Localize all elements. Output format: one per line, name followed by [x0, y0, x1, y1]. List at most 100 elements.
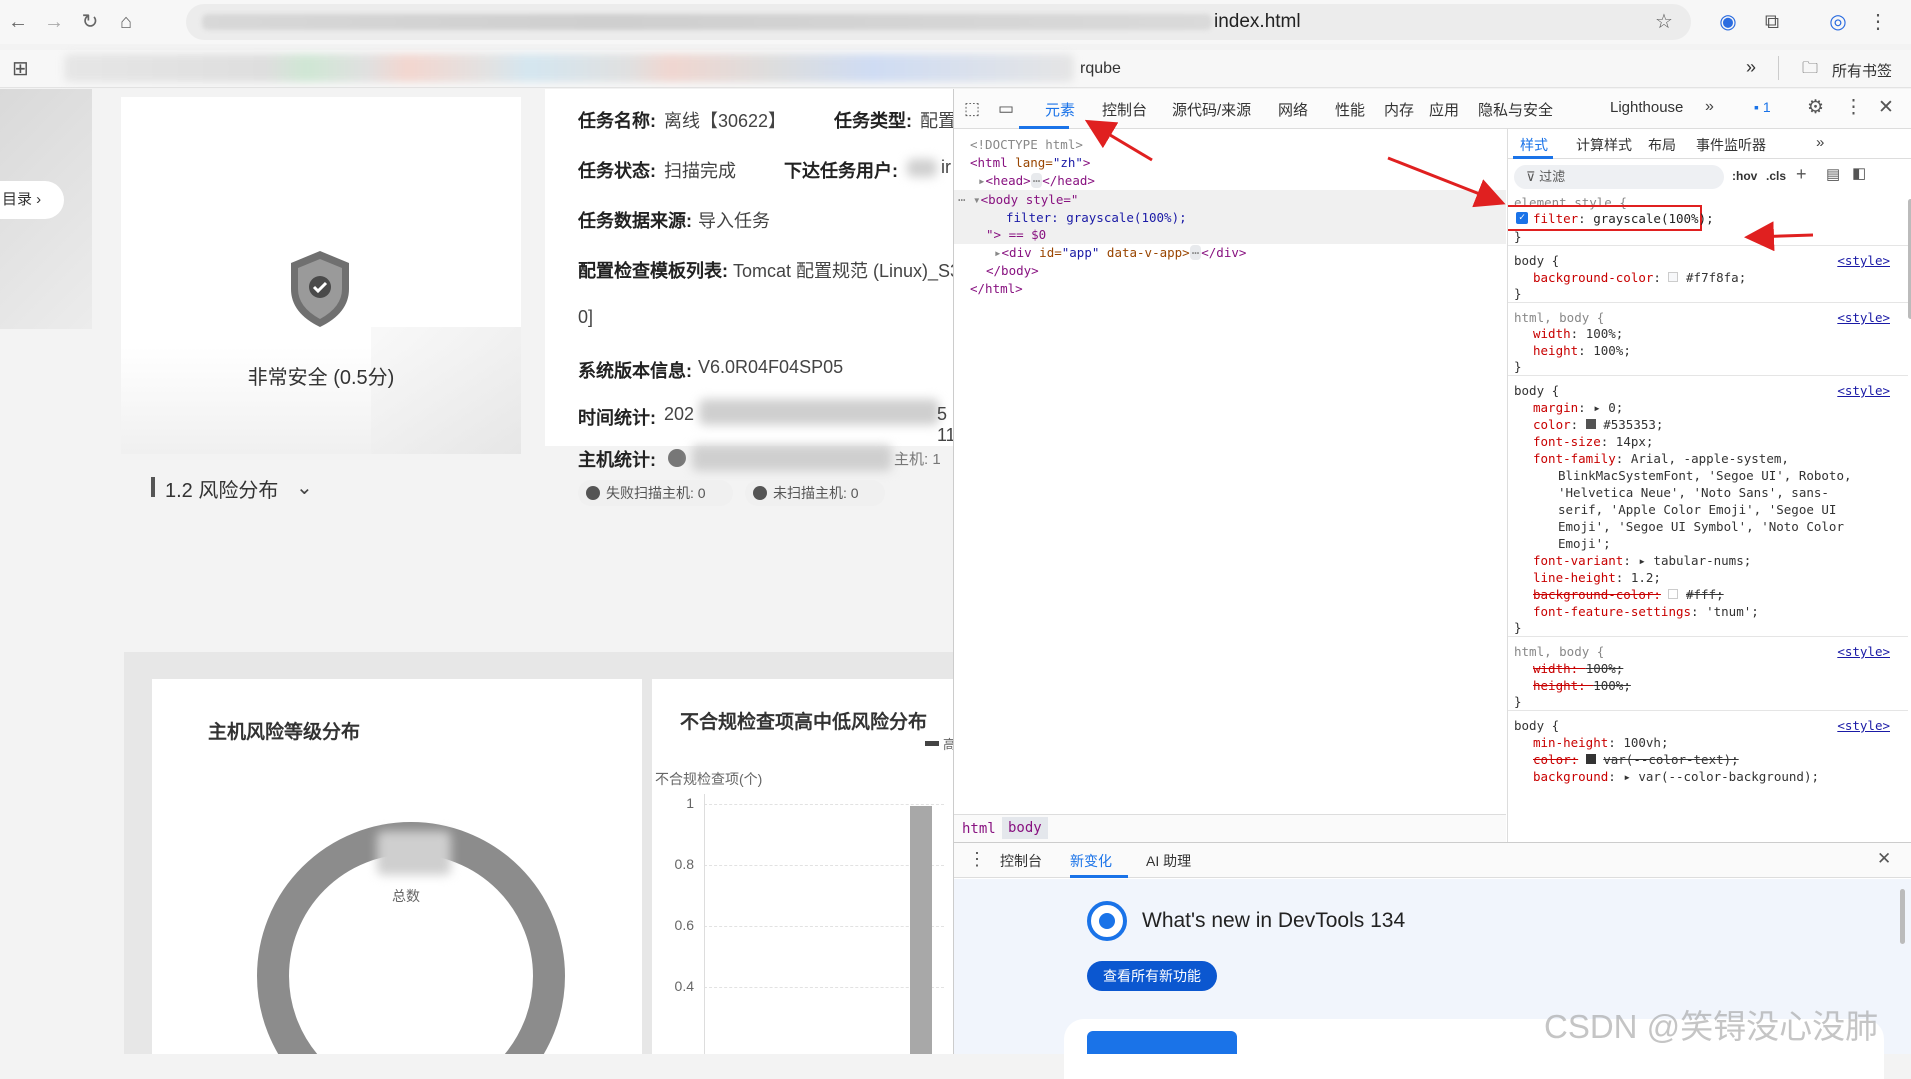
- host-blurred: [692, 445, 892, 471]
- drawer-close-icon[interactable]: ✕: [1877, 849, 1891, 869]
- extensions-icon[interactable]: ⧉: [1758, 8, 1786, 36]
- menu-icon[interactable]: ⋮: [1864, 8, 1892, 36]
- devtools-tab-4[interactable]: 性能: [1335, 99, 1365, 120]
- devtools-tab-2[interactable]: 源代码/来源: [1172, 99, 1251, 120]
- rule5-source[interactable]: <style>: [1837, 718, 1890, 733]
- devtools-tab-6[interactable]: 应用: [1429, 99, 1459, 120]
- rule3-family: font-family: Arial, -apple-system,: [1533, 451, 1789, 466]
- sys-version-label: 系统版本信息:: [578, 361, 692, 381]
- data-source-value: 导入任务: [698, 211, 770, 231]
- score-text: 非常安全 (0.5分): [247, 367, 395, 389]
- profile-icon[interactable]: ◎: [1824, 8, 1852, 36]
- devtools-tab-3[interactable]: 网络: [1278, 99, 1308, 120]
- dom-div-vapp: data-v-app>: [1106, 245, 1190, 260]
- color-swatch[interactable]: [1668, 589, 1679, 599]
- rule4-source[interactable]: <style>: [1837, 644, 1890, 659]
- add-rule-icon[interactable]: +: [1796, 164, 1807, 185]
- rule2-decl1: width: 100%;: [1533, 326, 1624, 341]
- hov-toggle[interactable]: :hov: [1732, 169, 1757, 183]
- dom-head-open: <head>: [985, 173, 1031, 188]
- settings-icon[interactable]: ⚙: [1807, 96, 1824, 119]
- inspect-icon[interactable]: ⬚: [964, 99, 980, 119]
- task-type-value: 配置: [920, 111, 953, 131]
- drawer-tab-0[interactable]: 控制台: [1000, 851, 1042, 871]
- rule5-bg: background: ▸ var(--color-background);: [1533, 769, 1819, 784]
- drawer-menu-icon[interactable]: ⋮: [968, 849, 986, 870]
- devtools-tab-5[interactable]: 内存: [1384, 99, 1414, 120]
- folder-icon: 🗀: [1802, 60, 1819, 77]
- dom-div-id-val: "app": [1061, 245, 1100, 260]
- styles-filter[interactable]: ⊽ 过滤: [1514, 165, 1724, 189]
- dom-div-open: <div: [1001, 245, 1032, 260]
- devtools-tab-1[interactable]: 控制台: [1102, 99, 1147, 120]
- more-bookmarks-icon[interactable]: »: [1746, 57, 1756, 78]
- watermark: CSDN @笑锝没心没肺: [1544, 1008, 1879, 1045]
- dom-head-node[interactable]: ▸<head> ⋯ </head>: [978, 173, 1095, 188]
- cls-toggle[interactable]: .cls: [1766, 169, 1786, 183]
- dom-html-open: <html: [970, 155, 1008, 170]
- rule3-bg: background-color: #fff;: [1533, 587, 1724, 602]
- task-type-label: 任务类型:: [834, 111, 912, 131]
- chevron-down-icon[interactable]: ⌄: [296, 475, 313, 500]
- dom-html-node[interactable]: <html lang="zh">: [970, 155, 1090, 170]
- card-decoration: [371, 327, 521, 454]
- extension-edge-icon[interactable]: ◉: [1714, 8, 1742, 36]
- divider: [1778, 56, 1779, 80]
- rule1-selector: body {: [1514, 253, 1560, 268]
- paint-icon[interactable]: ▤: [1826, 165, 1840, 183]
- toc-button[interactable]: 目录 ›: [0, 181, 64, 219]
- forward-icon[interactable]: →: [40, 8, 68, 36]
- rule2-source[interactable]: <style>: [1837, 310, 1890, 325]
- more-tabs-icon[interactable]: »: [1705, 98, 1714, 116]
- styles-more-icon[interactable]: »: [1816, 134, 1824, 151]
- whats-new-button[interactable]: 查看所有新功能: [1087, 961, 1217, 991]
- status-dot: [753, 486, 767, 500]
- all-bookmarks[interactable]: 所有书签: [1832, 60, 1892, 81]
- styles-tab-3[interactable]: 事件监听器: [1696, 135, 1766, 155]
- styles-tab-0[interactable]: 样式: [1520, 135, 1548, 155]
- rule4-h: height: 100%;: [1533, 678, 1631, 693]
- element-style-decl[interactable]: filter: grayscale(100%);: [1533, 211, 1714, 226]
- bookmark-item[interactable]: rqube: [1080, 60, 1121, 78]
- reload-icon[interactable]: ↻: [76, 8, 104, 36]
- rule1-source[interactable]: <style>: [1837, 253, 1890, 268]
- breadcrumb-body[interactable]: body: [1002, 817, 1048, 839]
- color-swatch[interactable]: [1585, 419, 1596, 429]
- devtools-tab-8[interactable]: Lighthouse: [1610, 99, 1683, 116]
- drawer-tab-1[interactable]: 新变化: [1070, 851, 1112, 871]
- close-icon[interactable]: ✕: [1878, 96, 1894, 119]
- sidebar-toggle-icon[interactable]: ◧: [1852, 164, 1866, 182]
- address-bar[interactable]: index.html: [186, 4, 1691, 40]
- rule3-source[interactable]: <style>: [1837, 383, 1890, 398]
- donut-total-blurred: [377, 831, 451, 875]
- devtools-tab-0[interactable]: 元素: [1045, 99, 1075, 120]
- fail-hosts: 失败扫描主机: 0: [606, 485, 706, 501]
- issuer-value: ir: [941, 157, 951, 177]
- styles-tab-2[interactable]: 布局: [1648, 135, 1676, 155]
- time-blurred: [699, 399, 939, 425]
- dom-body-close-text: "> == $0: [986, 227, 1047, 242]
- home-icon[interactable]: ⌂: [112, 8, 140, 36]
- rule5-minh: min-height: 100vh;: [1533, 735, 1669, 750]
- kebab-icon[interactable]: ⋮: [1844, 96, 1863, 119]
- apps-icon[interactable]: ⊞: [12, 56, 29, 81]
- time-start: 202: [664, 404, 695, 424]
- rule5-minh-val: 100vh;: [1623, 735, 1669, 750]
- devtools-tab-7[interactable]: 隐私与安全: [1478, 99, 1553, 120]
- drawer-tab-2[interactable]: AI 助理: [1146, 851, 1191, 871]
- issues-badge[interactable]: ▪ 1: [1754, 99, 1771, 115]
- back-icon[interactable]: ←: [4, 8, 32, 36]
- rule5-bg-val: var(--color-background);: [1638, 769, 1819, 784]
- styles-tab-1[interactable]: 计算样式: [1576, 135, 1632, 155]
- dom-div-app[interactable]: ▸<div id="app" data-v-app> ⋯ </div>: [994, 245, 1246, 260]
- url-blurred: [202, 14, 1212, 30]
- property-checkbox[interactable]: ✓: [1516, 212, 1528, 224]
- star-icon[interactable]: ☆: [1650, 8, 1678, 36]
- rule3-family-6: Emoji';: [1558, 536, 1611, 551]
- color-swatch[interactable]: [1585, 754, 1596, 764]
- dom-body-node[interactable]: ⋯ ▾<body style=": [958, 192, 1078, 207]
- device-toggle-icon[interactable]: ▭: [998, 99, 1014, 119]
- breadcrumb-html[interactable]: html: [962, 821, 996, 837]
- drawer-scrollbar[interactable]: [1900, 889, 1905, 944]
- color-swatch[interactable]: [1668, 272, 1679, 282]
